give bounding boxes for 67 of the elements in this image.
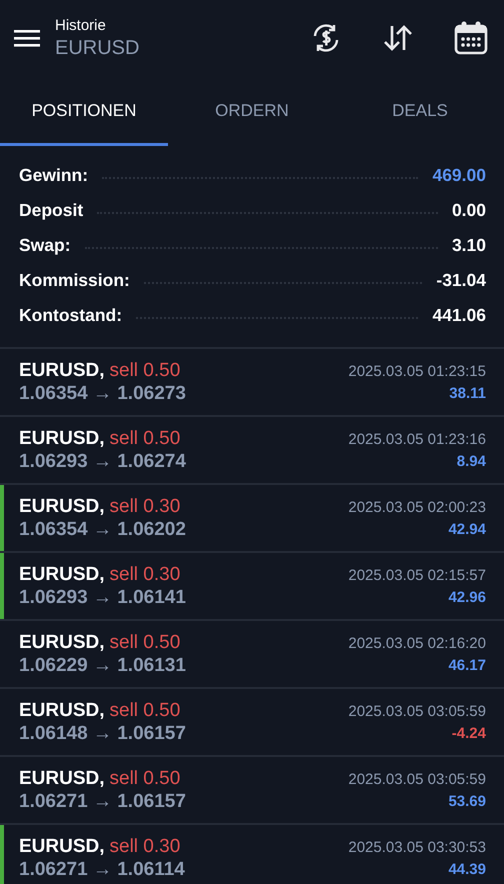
summary-value: 469.00 xyxy=(432,165,486,186)
summary-label: Kommission: xyxy=(19,270,130,291)
trade-time: 2025.03.05 02:15:57 xyxy=(348,566,486,584)
price-range: 1.06354 → 1.06273 xyxy=(19,382,186,404)
position-row[interactable]: EURUSD, sell 0.50 1.06148 → 1.06157 2025.03.05 03:05:59 -4.24 xyxy=(0,689,504,757)
symbol: EURUSD, xyxy=(19,564,105,586)
summary-label: Kontostand: xyxy=(19,305,122,326)
menu-icon xyxy=(14,28,40,48)
symbol-subtitle: EURUSD xyxy=(55,36,140,60)
trade-time: 2025.03.05 03:30:53 xyxy=(348,838,486,856)
profit-value: 8.94 xyxy=(456,452,486,470)
summary-label: Gewinn: xyxy=(19,165,88,186)
trade-side: sell 0.50 xyxy=(110,700,180,722)
profit-value: 42.94 xyxy=(448,520,486,538)
position-row[interactable]: EURUSD, sell 0.50 1.06229 → 1.06131 2025.03.05 02:16:20 46.17 xyxy=(0,621,504,689)
trade-time: 2025.03.05 02:00:23 xyxy=(348,498,486,516)
summary-value: -31.04 xyxy=(436,270,486,291)
trade-side: sell 0.30 xyxy=(110,836,180,858)
trade-time: 2025.03.05 03:05:59 xyxy=(348,770,486,788)
price-range: 1.06148 → 1.06157 xyxy=(19,722,186,744)
trade-side: sell 0.50 xyxy=(110,632,180,654)
position-row[interactable]: EURUSD, sell 0.50 1.06271 → 1.06157 2025.03.05 03:05:59 53.69 xyxy=(0,757,504,825)
symbol: EURUSD, xyxy=(19,632,105,654)
trade-side: sell 0.50 xyxy=(110,428,180,450)
profit-value: 46.17 xyxy=(448,656,486,674)
tab[interactable]: POSITIONEN xyxy=(0,76,168,146)
trade-side: sell 0.50 xyxy=(110,360,180,382)
trade-time: 2025.03.05 01:23:16 xyxy=(348,430,486,448)
position-row[interactable]: EURUSD, sell 0.30 1.06271 → 1.06114 2025.03.05 03:30:53 44.39 xyxy=(0,825,504,884)
calendar-icon xyxy=(454,21,488,55)
trade-side: sell 0.30 xyxy=(110,496,180,518)
summary-value: 0.00 xyxy=(452,200,486,221)
symbol: EURUSD, xyxy=(19,836,105,858)
position-row[interactable]: EURUSD, sell 0.30 1.06354 → 1.06202 2025.03.05 02:00:23 42.94 xyxy=(0,485,504,553)
trade-side: sell 0.30 xyxy=(110,564,180,586)
position-row[interactable]: EURUSD, sell 0.50 1.06354 → 1.06273 2025.03.05 01:23:15 38.11 xyxy=(0,349,504,417)
trade-time: 2025.03.05 01:23:15 xyxy=(348,362,486,380)
tab[interactable]: DEALS xyxy=(336,76,504,146)
trade-time: 2025.03.05 02:16:20 xyxy=(348,634,486,652)
position-row[interactable]: EURUSD, sell 0.50 1.06293 → 1.06274 2025.03.05 01:23:16 8.94 xyxy=(0,417,504,485)
price-range: 1.06354 → 1.06202 xyxy=(19,518,186,540)
symbol: EURUSD, xyxy=(19,496,105,518)
symbol: EURUSD, xyxy=(19,700,105,722)
summary-value: 3.10 xyxy=(452,235,486,256)
position-row[interactable]: EURUSD, sell 0.30 1.06293 → 1.06141 2025.03.05 02:15:57 42.96 xyxy=(0,553,504,621)
tab[interactable]: ORDERN xyxy=(168,76,336,146)
symbol: EURUSD, xyxy=(19,360,105,382)
trade-time: 2025.03.05 03:05:59 xyxy=(348,702,486,720)
symbol: EURUSD, xyxy=(19,428,105,450)
price-range: 1.06229 → 1.06131 xyxy=(19,654,186,676)
symbol: EURUSD, xyxy=(19,768,105,790)
profit-value: -4.24 xyxy=(452,724,486,742)
price-range: 1.06271 → 1.06157 xyxy=(19,790,186,812)
menu-button[interactable] xyxy=(14,28,40,48)
price-range: 1.06293 → 1.06141 xyxy=(19,586,186,608)
profit-value: 53.69 xyxy=(448,792,486,810)
profit-value: 44.39 xyxy=(448,860,486,878)
calendar-button[interactable] xyxy=(454,21,488,55)
summary-label: Deposit xyxy=(19,200,84,221)
summary-value: 441.06 xyxy=(432,305,486,326)
price-range: 1.06293 → 1.06274 xyxy=(19,450,186,472)
summary-label: Swap: xyxy=(19,235,71,256)
screen-title: Historie xyxy=(55,16,107,34)
profit-value: 38.11 xyxy=(449,384,486,402)
trade-side: sell 0.50 xyxy=(110,768,180,790)
profit-value: 42.96 xyxy=(448,588,486,606)
price-range: 1.06271 → 1.06114 xyxy=(19,858,185,880)
